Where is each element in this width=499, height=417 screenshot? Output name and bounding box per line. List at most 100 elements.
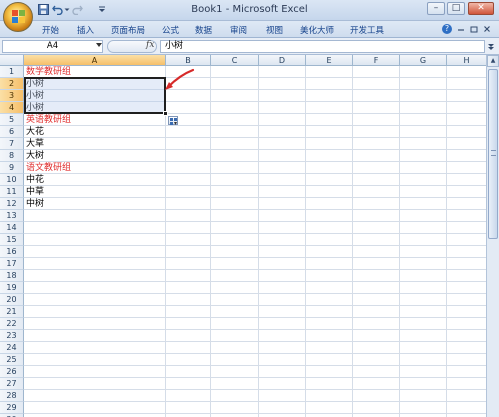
cell-a7[interactable]: 大草	[25, 138, 44, 150]
formula-input[interactable]: 小树	[160, 40, 485, 53]
ribbon-tabs: 开始 插入 页面布局 公式 数据 审阅 视图 美化大师 开发工具 ?	[0, 21, 499, 38]
row-header-15[interactable]: 15	[0, 234, 24, 246]
row-header-2[interactable]: 2	[0, 78, 24, 90]
scrollbar-thumb[interactable]	[488, 69, 498, 239]
row-header-24[interactable]: 24	[0, 342, 24, 354]
formula-bar: A4 fx 小树	[0, 38, 499, 55]
row-gridline	[24, 413, 486, 414]
row-header-19[interactable]: 19	[0, 282, 24, 294]
help-icon[interactable]: ?	[442, 24, 452, 34]
row-header-13[interactable]: 13	[0, 210, 24, 222]
scroll-up-icon[interactable]: ▲	[487, 55, 499, 67]
column-header-h[interactable]: H	[447, 55, 486, 66]
row-gridline	[24, 161, 486, 162]
tab-insert[interactable]: 插入	[77, 24, 94, 36]
row-header-9[interactable]: 9	[0, 162, 24, 174]
tab-home[interactable]: 开始	[42, 24, 59, 36]
row-gridline	[24, 197, 486, 198]
column-header-a[interactable]: A	[24, 55, 166, 66]
column-header-g[interactable]: G	[400, 55, 447, 66]
row-header-17[interactable]: 17	[0, 258, 24, 270]
row-header-23[interactable]: 23	[0, 330, 24, 342]
cell-a6[interactable]: 大花	[25, 126, 44, 138]
row-header-25[interactable]: 25	[0, 354, 24, 366]
tab-view[interactable]: 视图	[266, 24, 283, 36]
row-header-12[interactable]: 12	[0, 198, 24, 210]
cell-a11[interactable]: 中草	[25, 186, 44, 198]
row-gridline	[24, 137, 486, 138]
row-gridline	[24, 305, 486, 306]
row-gridline	[24, 341, 486, 342]
tab-page-layout[interactable]: 页面布局	[111, 24, 145, 36]
row-header-3[interactable]: 3	[0, 90, 24, 102]
tab-data[interactable]: 数据	[195, 24, 212, 36]
column-header-f[interactable]: F	[353, 55, 400, 66]
row-gridline	[24, 293, 486, 294]
autofill-options-icon[interactable]	[168, 116, 178, 125]
cell-a9[interactable]: 语文教研组	[25, 162, 71, 174]
row-header-29[interactable]: 29	[0, 402, 24, 414]
cell-a12[interactable]: 中树	[25, 198, 44, 210]
expand-formula-bar-icon[interactable]	[486, 41, 496, 52]
column-header-c[interactable]: C	[211, 55, 259, 66]
row-gridline	[24, 269, 486, 270]
fx-icon[interactable]: fx	[146, 40, 154, 50]
tab-formulas[interactable]: 公式	[162, 24, 179, 36]
row-header-14[interactable]: 14	[0, 222, 24, 234]
column-header-d[interactable]: D	[259, 55, 306, 66]
scrollbar-grip	[491, 150, 496, 156]
worksheet-grid[interactable]: ABCDEFGH 1 2 3 4 5 6 7 8 9 10 11 12 13 14 15 16 17 18 19 20…	[0, 55, 486, 417]
cell-a8[interactable]: 大树	[25, 150, 44, 162]
title-bar: Book1 - Microsoft Excel – □ ✕	[0, 0, 499, 32]
row-gridline	[24, 401, 486, 402]
row-gridline	[24, 257, 486, 258]
restore-button[interactable]: □	[447, 2, 465, 15]
row-header-18[interactable]: 18	[0, 270, 24, 282]
annotation-arrow	[165, 68, 195, 90]
row-header-21[interactable]: 21	[0, 306, 24, 318]
column-header-e[interactable]: E	[306, 55, 353, 66]
window-title: Book1 - Microsoft Excel	[191, 4, 308, 15]
row-gridline	[24, 245, 486, 246]
selected-range[interactable]	[24, 77, 166, 114]
row-header-20[interactable]: 20	[0, 294, 24, 306]
close-button[interactable]: ✕	[468, 2, 494, 15]
row-gridline	[24, 149, 486, 150]
ribbon-minimize-icon[interactable]	[456, 24, 466, 34]
row-header-8[interactable]: 8	[0, 150, 24, 162]
tab-beautify[interactable]: 美化大师	[300, 24, 334, 36]
tab-review[interactable]: 审阅	[230, 24, 247, 36]
row-gridline	[24, 329, 486, 330]
row-header-16[interactable]: 16	[0, 246, 24, 258]
row-header-22[interactable]: 22	[0, 318, 24, 330]
row-header-7[interactable]: 7	[0, 138, 24, 150]
row-header-27[interactable]: 27	[0, 378, 24, 390]
row-gridline	[24, 281, 486, 282]
row-gridline	[24, 377, 486, 378]
row-header-26[interactable]: 26	[0, 366, 24, 378]
minimize-button[interactable]: –	[427, 2, 445, 15]
cell-a10[interactable]: 中花	[25, 174, 44, 186]
row-header-10[interactable]: 10	[0, 174, 24, 186]
row-gridline	[24, 317, 486, 318]
row-header-4[interactable]: 4	[0, 102, 24, 114]
ribbon-restore-icon[interactable]	[469, 24, 479, 34]
tab-developer[interactable]: 开发工具	[350, 24, 384, 36]
cell-a5[interactable]: 英语教研组	[25, 114, 71, 126]
office-button-icon[interactable]	[3, 2, 33, 32]
vertical-scrollbar[interactable]: ▲	[486, 55, 499, 417]
row-gridline	[24, 221, 486, 222]
name-box-dropdown-icon[interactable]	[96, 43, 102, 47]
row-header-11[interactable]: 11	[0, 186, 24, 198]
ribbon-close-icon[interactable]	[482, 24, 492, 34]
row-header-5[interactable]: 5	[0, 114, 24, 126]
row-header-28[interactable]: 28	[0, 390, 24, 402]
column-header-b[interactable]: B	[166, 55, 211, 66]
name-box[interactable]: A4	[2, 40, 103, 53]
row-gridline	[24, 173, 486, 174]
row-gridline	[24, 365, 486, 366]
row-header-1[interactable]: 1	[0, 66, 24, 78]
row-header-6[interactable]: 6	[0, 126, 24, 138]
select-all-corner[interactable]	[0, 55, 24, 66]
row-gridline	[24, 125, 486, 126]
